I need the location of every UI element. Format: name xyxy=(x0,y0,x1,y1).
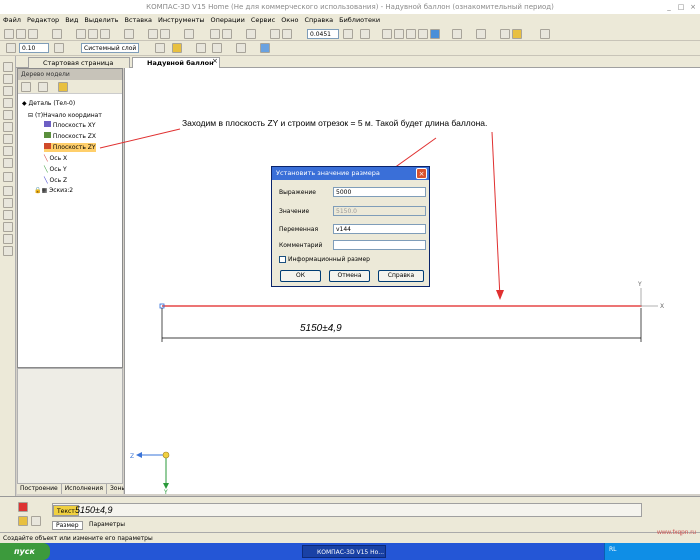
stop-icon[interactable] xyxy=(18,502,28,512)
taskbar-item-kompas[interactable]: КОМПАС-3D V15 Но... xyxy=(302,545,386,558)
property-panel: Текст 5150±4,9 Размер Параметры xyxy=(0,496,700,532)
tab-parameters[interactable]: Параметры xyxy=(86,521,128,528)
origin-axis-y-label: Y xyxy=(163,489,168,496)
help-button[interactable]: Справка xyxy=(378,270,424,282)
info-dimension-label: Информационный размер xyxy=(288,256,370,263)
system-tray: RL xyxy=(604,543,700,560)
help-icon[interactable] xyxy=(31,516,41,526)
language-indicator[interactable]: RL xyxy=(609,546,617,553)
status-bar: Создайте объект или измените его парамет… xyxy=(0,532,700,543)
taskbar: пуск КОМПАС-3D V15 Но... RL xyxy=(0,543,700,560)
info-dimension-checkbox[interactable] xyxy=(279,256,286,263)
annotation-arrow-segment xyxy=(491,131,501,299)
arrowhead xyxy=(496,290,504,300)
comment-label: Комментарий xyxy=(279,242,323,249)
origin-axis-z-label: Z xyxy=(130,453,134,460)
annotation-arrow-tree xyxy=(99,128,181,149)
origin-axis-z-arrow xyxy=(136,452,142,458)
comment-field[interactable] xyxy=(333,240,426,250)
local-axis-y-label: Y xyxy=(637,281,642,288)
property-row: Текст 5150±4,9 xyxy=(52,503,642,517)
dimension-value-text[interactable]: 5150±4,9 xyxy=(300,323,342,334)
text-value-field[interactable]: 5150±4,9 xyxy=(75,504,112,517)
apply-icon[interactable] xyxy=(18,516,28,526)
tab-size[interactable]: Размер xyxy=(52,521,83,530)
start-button[interactable]: пуск xyxy=(0,543,50,560)
value-label: Значение xyxy=(279,208,310,215)
origin-point[interactable] xyxy=(162,451,170,459)
cancel-button[interactable]: Отмена xyxy=(329,270,370,282)
expr-label: Выражение xyxy=(279,189,316,196)
ok-button[interactable]: ОК xyxy=(280,270,321,282)
annotation-text: Заходим в плоскость ZY и строим отрезок … xyxy=(182,118,488,128)
variable-label: Переменная xyxy=(279,226,319,233)
variable-field[interactable]: v144 xyxy=(333,224,426,234)
dialog-titlebar: Установить значение размера xyxy=(272,167,429,180)
local-axis-x-label: X xyxy=(660,303,664,310)
value-field: 5150.0 xyxy=(333,206,426,216)
expression-field[interactable]: 5000 xyxy=(333,187,426,197)
watermark-text: www.fxqpn.ru xyxy=(656,529,696,536)
dialog-title: Установить значение размера xyxy=(276,169,380,177)
close-icon[interactable]: × xyxy=(416,168,427,179)
set-dimension-dialog: Установить значение размера × Выражение … xyxy=(271,166,430,287)
